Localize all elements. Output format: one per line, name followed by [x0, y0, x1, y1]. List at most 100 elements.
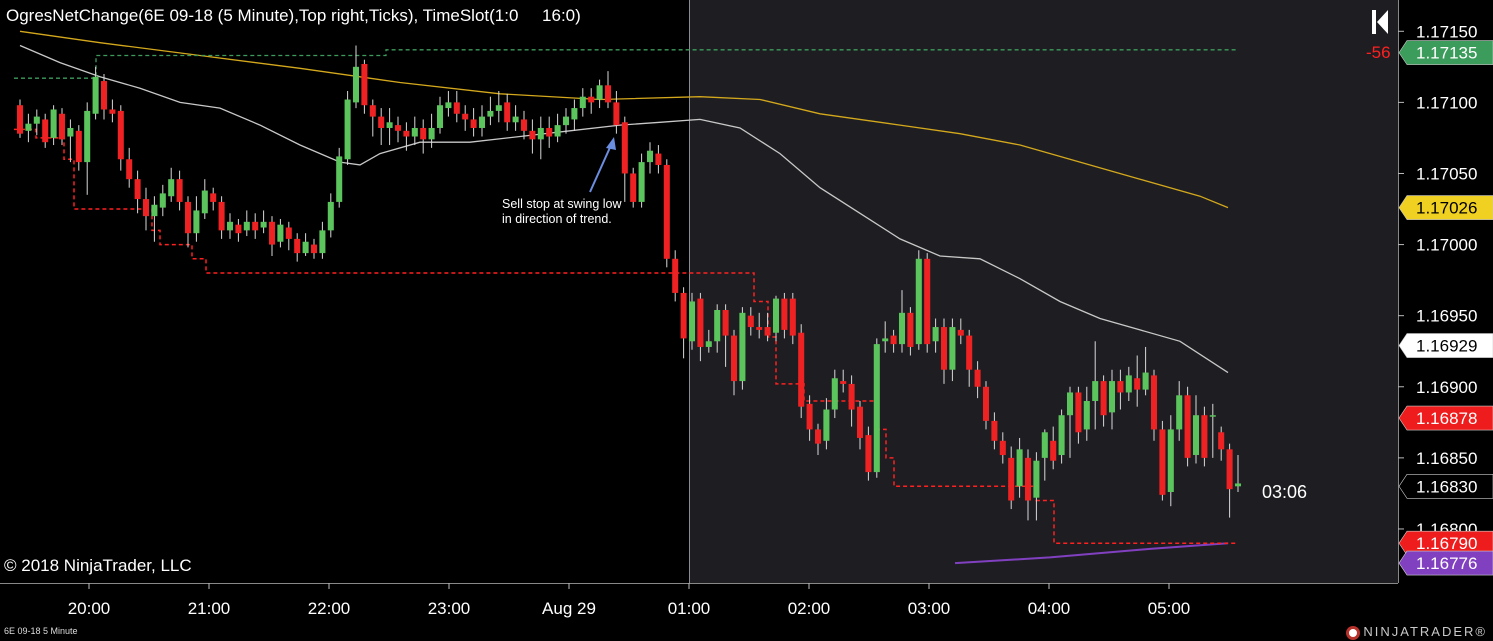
candle-body: [25, 123, 32, 131]
candle-body: [1201, 415, 1208, 458]
price-marker: 1.16776: [1398, 550, 1493, 576]
candle-body: [571, 108, 578, 120]
candle-body: [806, 403, 813, 430]
candle-body: [92, 76, 99, 114]
candle-body: [1041, 432, 1048, 458]
candle-body: [260, 221, 267, 228]
candle-body: [856, 406, 864, 438]
candle-body: [1033, 460, 1040, 498]
price-marker-label: 1.16929: [1416, 337, 1477, 356]
candle-body: [672, 258, 679, 293]
y-tick-label: 1.16850: [1416, 449, 1477, 468]
candle-body: [445, 102, 452, 109]
x-tick-label: 04:00: [1028, 599, 1071, 618]
candle-body: [520, 119, 528, 131]
candle-body: [1125, 375, 1132, 393]
candle-body: [932, 327, 939, 342]
candle-body: [798, 332, 805, 407]
price-marker-label: 1.16776: [1416, 554, 1477, 573]
price-marker: 1.16830: [1398, 474, 1493, 499]
candle-body: [1234, 483, 1242, 487]
candle-body: [403, 130, 410, 137]
candle-body: [344, 99, 351, 160]
candle-body: [747, 315, 754, 328]
annotation-line-1: Sell stop at swing low: [502, 197, 622, 211]
candle-body: [109, 109, 116, 114]
y-tick-label: 1.17150: [1416, 22, 1477, 41]
candle-body: [957, 329, 964, 336]
candle-body: [730, 335, 738, 382]
candle-body: [176, 179, 183, 202]
candle-body: [420, 127, 427, 140]
candle-body: [546, 127, 553, 137]
candle-body: [865, 435, 872, 473]
candle-body: [1083, 400, 1090, 430]
candle-body: [764, 327, 771, 336]
candle-body: [999, 440, 1006, 456]
candle-body: [1150, 375, 1158, 430]
price-chart[interactable]: 1.17150 1.17100 1.17050 1.17000 1.16950 1.169…: [0, 0, 1493, 641]
candle-body: [554, 125, 561, 137]
candle-body: [613, 102, 620, 126]
x-tick-label: 22:00: [308, 599, 351, 618]
candle-body: [126, 159, 133, 180]
candle-body: [1108, 381, 1116, 413]
candle-body: [663, 164, 670, 259]
candle-body: [1142, 372, 1149, 390]
candle-body: [159, 193, 166, 208]
candle-body: [840, 381, 847, 384]
candle-body: [310, 244, 318, 254]
candle-body: [1209, 415, 1216, 417]
y-tick-label: 1.17100: [1416, 93, 1477, 112]
candle-body: [369, 105, 376, 117]
x-tick-label: Aug 29: [542, 599, 596, 618]
candle-body: [873, 344, 880, 473]
candle-body: [655, 153, 662, 165]
candle-body: [940, 327, 948, 370]
candle-body: [319, 230, 326, 254]
net-change-value: -56: [1366, 43, 1391, 62]
candle-body: [294, 238, 301, 254]
candle-body: [562, 116, 570, 126]
candle-body: [117, 110, 124, 160]
candle-body: [1024, 457, 1032, 501]
candle-body: [705, 341, 712, 347]
candle-body: [924, 258, 931, 345]
candle-body: [1117, 381, 1124, 393]
candle-body: [512, 116, 519, 123]
candle-body: [168, 179, 175, 197]
candle-body: [184, 201, 192, 234]
candle-body: [201, 190, 208, 214]
price-marker-label: 1.17135: [1416, 44, 1477, 63]
candle-body: [285, 227, 292, 239]
candle-body: [411, 127, 418, 137]
brand-text: NINJATRADER®: [1363, 624, 1487, 639]
candle-body: [1159, 429, 1166, 495]
candle-body: [697, 298, 704, 347]
candle-body: [588, 96, 595, 103]
candle-body: [151, 204, 158, 217]
candle-body: [714, 309, 721, 342]
candle-body: [478, 116, 486, 128]
chart-annotation: Sell stop at swing low in direction of t…: [502, 197, 622, 227]
candle-body: [823, 409, 830, 441]
candle-body: [67, 127, 74, 137]
candle-body: [537, 127, 544, 140]
candle-body: [243, 221, 250, 231]
skip-back-icon[interactable]: [1372, 10, 1388, 34]
candle-body: [982, 386, 990, 421]
candle-body: [890, 335, 897, 345]
candle-body: [352, 66, 360, 103]
instrument-label: 6E 09-18 5 Minute: [4, 626, 78, 636]
candle-body: [336, 156, 343, 202]
candle-body: [789, 298, 796, 336]
bar-timer: 03:06: [1262, 482, 1308, 502]
candle-body: [1167, 429, 1174, 492]
candle-body: [1192, 415, 1200, 456]
candle-body: [210, 193, 217, 202]
candle-body: [100, 81, 108, 110]
candle-body: [134, 179, 141, 200]
price-marker-label: 1.16878: [1416, 409, 1477, 428]
candle-body: [235, 224, 242, 234]
candle-body: [907, 312, 914, 347]
